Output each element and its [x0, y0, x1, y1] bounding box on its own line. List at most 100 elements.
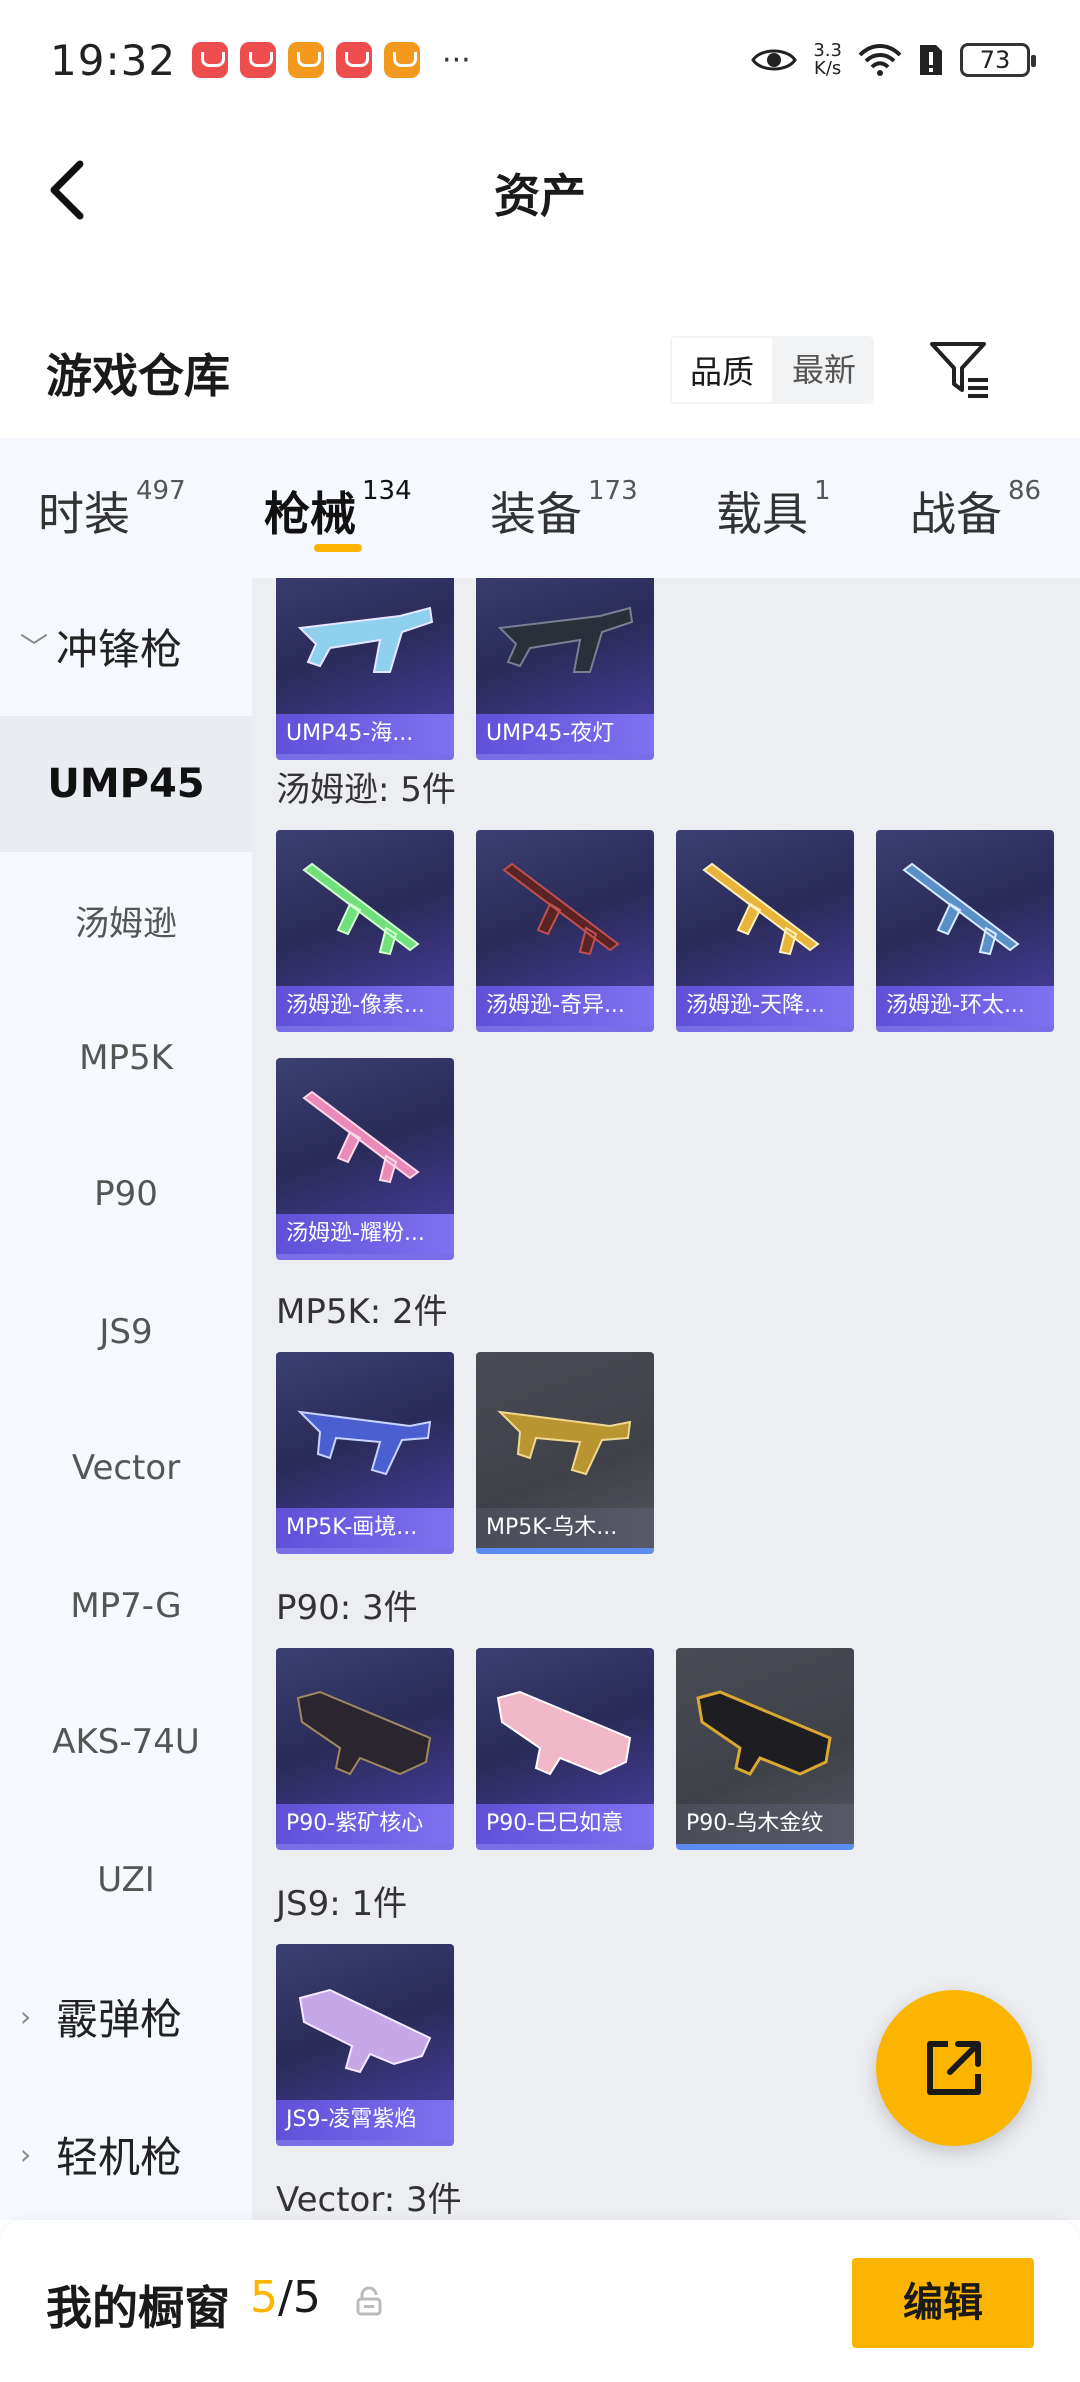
weapon-card-name: UMP45-海... — [276, 714, 454, 754]
chevron-down-icon: ﹀ — [20, 631, 49, 664]
weapon-grid: UMP45-海... UMP45-夜灯 汤姆逊: 5件 汤姆逊-像素... 汤姆… — [252, 578, 1080, 2220]
sidebar-item-vector[interactable]: Vector — [0, 1400, 252, 1536]
sidebar-item-mp7g[interactable]: MP7-G — [0, 1538, 252, 1674]
sidebar-item-thompson[interactable]: 汤姆逊 — [0, 852, 252, 988]
gun-skin-image — [496, 1690, 632, 1776]
weapon-card[interactable]: 汤姆逊-环太... — [876, 830, 1054, 1032]
tab-fashion[interactable]: 时装 497 — [38, 438, 186, 578]
sidebar-group-label: 霰弹枪 — [56, 1994, 183, 2044]
chevron-right-icon: › — [20, 1999, 32, 2033]
weapon-card[interactable]: MP5K-画境... — [276, 1352, 454, 1554]
sidebar-group-smg[interactable]: ﹀ 冲锋枪 — [0, 578, 252, 714]
filter-icon[interactable] — [928, 338, 992, 402]
weapon-card[interactable]: UMP45-夜灯 — [476, 578, 654, 760]
warehouse-title: 游戏仓库 — [46, 349, 230, 403]
weapon-card-name: P90-巳巳如意 — [476, 1804, 654, 1844]
more-notifications-icon: ··· — [442, 42, 471, 78]
weapon-card-name: 汤姆逊-环太... — [876, 986, 1054, 1026]
section-label-p90: P90: 3件 — [276, 1588, 418, 1628]
sidebar-group-shotgun[interactable]: › 霰弹枪 — [0, 1948, 252, 2084]
gun-skin-image — [702, 862, 820, 956]
net-speed: 3.3 K/s — [813, 42, 842, 78]
weapon-card[interactable]: P90-紫矿核心 — [276, 1648, 454, 1850]
weapon-card[interactable]: UMP45-海... — [276, 578, 454, 760]
tab-count: 173 — [588, 476, 638, 506]
game-app-icon — [288, 42, 325, 78]
sidebar-item-aks74u[interactable]: AKS-74U — [0, 1674, 252, 1810]
tab-label: 装备 — [490, 487, 582, 541]
tab-vehicles[interactable]: 载具 1 — [716, 438, 831, 578]
weapon-card[interactable]: 汤姆逊-天降... — [676, 830, 854, 1032]
sidebar-group-label: 冲锋枪 — [56, 624, 183, 674]
sidebar-item-mp5k[interactable]: MP5K — [0, 990, 252, 1126]
gun-skin-image — [696, 1690, 832, 1776]
active-tab-indicator — [314, 544, 362, 552]
showcase-count: 5/5 — [250, 2272, 321, 2323]
sidebar-item-p90[interactable]: P90 — [0, 1126, 252, 1262]
gun-skin-image — [502, 862, 620, 956]
chevron-right-icon: › — [20, 2137, 32, 2171]
sort-latest-button[interactable]: 最新 — [774, 336, 874, 404]
weapon-card[interactable]: P90-乌木金纹 — [676, 1648, 854, 1850]
sim-alert-icon — [920, 45, 942, 75]
tab-supplies[interactable]: 战备 86 — [910, 438, 1041, 578]
weapon-card[interactable]: 汤姆逊-耀粉... — [276, 1058, 454, 1260]
weapon-card[interactable]: JS9-凌霄紫焰 — [276, 1944, 454, 2146]
status-right: 3.3 K/s 73 — [751, 42, 1036, 78]
tab-firearms[interactable]: 枪械 134 — [264, 438, 412, 578]
showcase-separator: / — [278, 2272, 293, 2323]
showcase-current: 5 — [250, 2272, 278, 2323]
weapon-card-name: P90-紫矿核心 — [276, 1804, 454, 1844]
weapon-card-name: 汤姆逊-耀粉... — [276, 1214, 454, 1254]
sidebar-group-label: 轻机枪 — [56, 2132, 183, 2182]
tab-count: 134 — [362, 476, 412, 506]
shopping-app-icon — [192, 42, 229, 78]
weapon-card-name: JS9-凌霄紫焰 — [276, 2100, 454, 2140]
weapon-card-name: MP5K-乌木... — [476, 1508, 654, 1548]
edit-button[interactable]: 编辑 — [852, 2258, 1034, 2348]
weapon-card-name: MP5K-画境... — [276, 1508, 454, 1548]
weapon-card[interactable]: 汤姆逊-奇异... — [476, 830, 654, 1032]
weapon-card[interactable]: P90-巳巳如意 — [476, 1648, 654, 1850]
weapon-card-name: P90-乌木金纹 — [676, 1804, 854, 1844]
showcase-label: 我的橱窗 — [46, 2281, 230, 2335]
weapon-type-sidebar: ﹀ 冲锋枪 UMP45 汤姆逊 MP5K P90 JS9 Vector MP7-… — [0, 578, 252, 2220]
section-label-mp5k: MP5K: 2件 — [276, 1292, 448, 1332]
gun-skin-image — [902, 862, 1020, 956]
status-time: 19:32 — [50, 35, 177, 85]
sort-toggle: 品质 最新 — [670, 336, 875, 404]
sort-quality-button[interactable]: 品质 — [670, 336, 775, 404]
sidebar-item-uzi[interactable]: UZI — [0, 1812, 252, 1948]
gun-skin-image — [297, 1410, 432, 1476]
notification-icons: ··· — [192, 42, 471, 78]
weapon-card[interactable]: MP5K-乌木... — [476, 1352, 654, 1554]
weapon-card-name: 汤姆逊-天降... — [676, 986, 854, 1026]
weapon-card-name: 汤姆逊-奇异... — [476, 986, 654, 1026]
tab-equipment[interactable]: 装备 173 — [490, 438, 638, 578]
eye-icon — [751, 49, 798, 71]
screen: 19:32 ··· 3.3 K/s 73 资产 游戏仓库 品质 最新 时装 49… — [0, 0, 1080, 2382]
weapon-card-name: 汤姆逊-像素... — [276, 986, 454, 1026]
weapon-card[interactable]: 汤姆逊-像素... — [276, 830, 454, 1032]
section-label-thompson: 汤姆逊: 5件 — [276, 770, 456, 810]
showcase-bar: 我的橱窗 5/5 编辑 — [0, 2220, 1080, 2382]
tab-label: 时装 — [38, 487, 130, 541]
gun-skin-image — [302, 1090, 420, 1184]
tab-count: 1 — [814, 476, 831, 506]
status-bar: 19:32 ··· 3.3 K/s 73 — [0, 0, 1080, 120]
sidebar-item-ump45[interactable]: UMP45 — [0, 716, 252, 852]
sidebar-item-js9[interactable]: JS9 — [0, 1264, 252, 1400]
section-label-js9: JS9: 1件 — [276, 1884, 408, 1924]
tab-count: 497 — [136, 476, 186, 506]
section-label-vector: Vector: 3件 — [276, 2180, 462, 2220]
video-app-icon — [384, 42, 421, 78]
shopping-app-icon — [336, 42, 373, 78]
share-button[interactable] — [876, 1990, 1032, 2146]
gun-skin-image — [296, 1690, 432, 1776]
gun-skin-image — [298, 1988, 432, 2074]
shopping-app-icon — [240, 42, 277, 78]
tab-label: 战备 — [910, 487, 1002, 541]
gun-skin-image — [297, 606, 434, 673]
tab-label: 枪械 — [264, 487, 356, 541]
sidebar-group-lmg[interactable]: › 轻机枪 — [0, 2086, 252, 2222]
